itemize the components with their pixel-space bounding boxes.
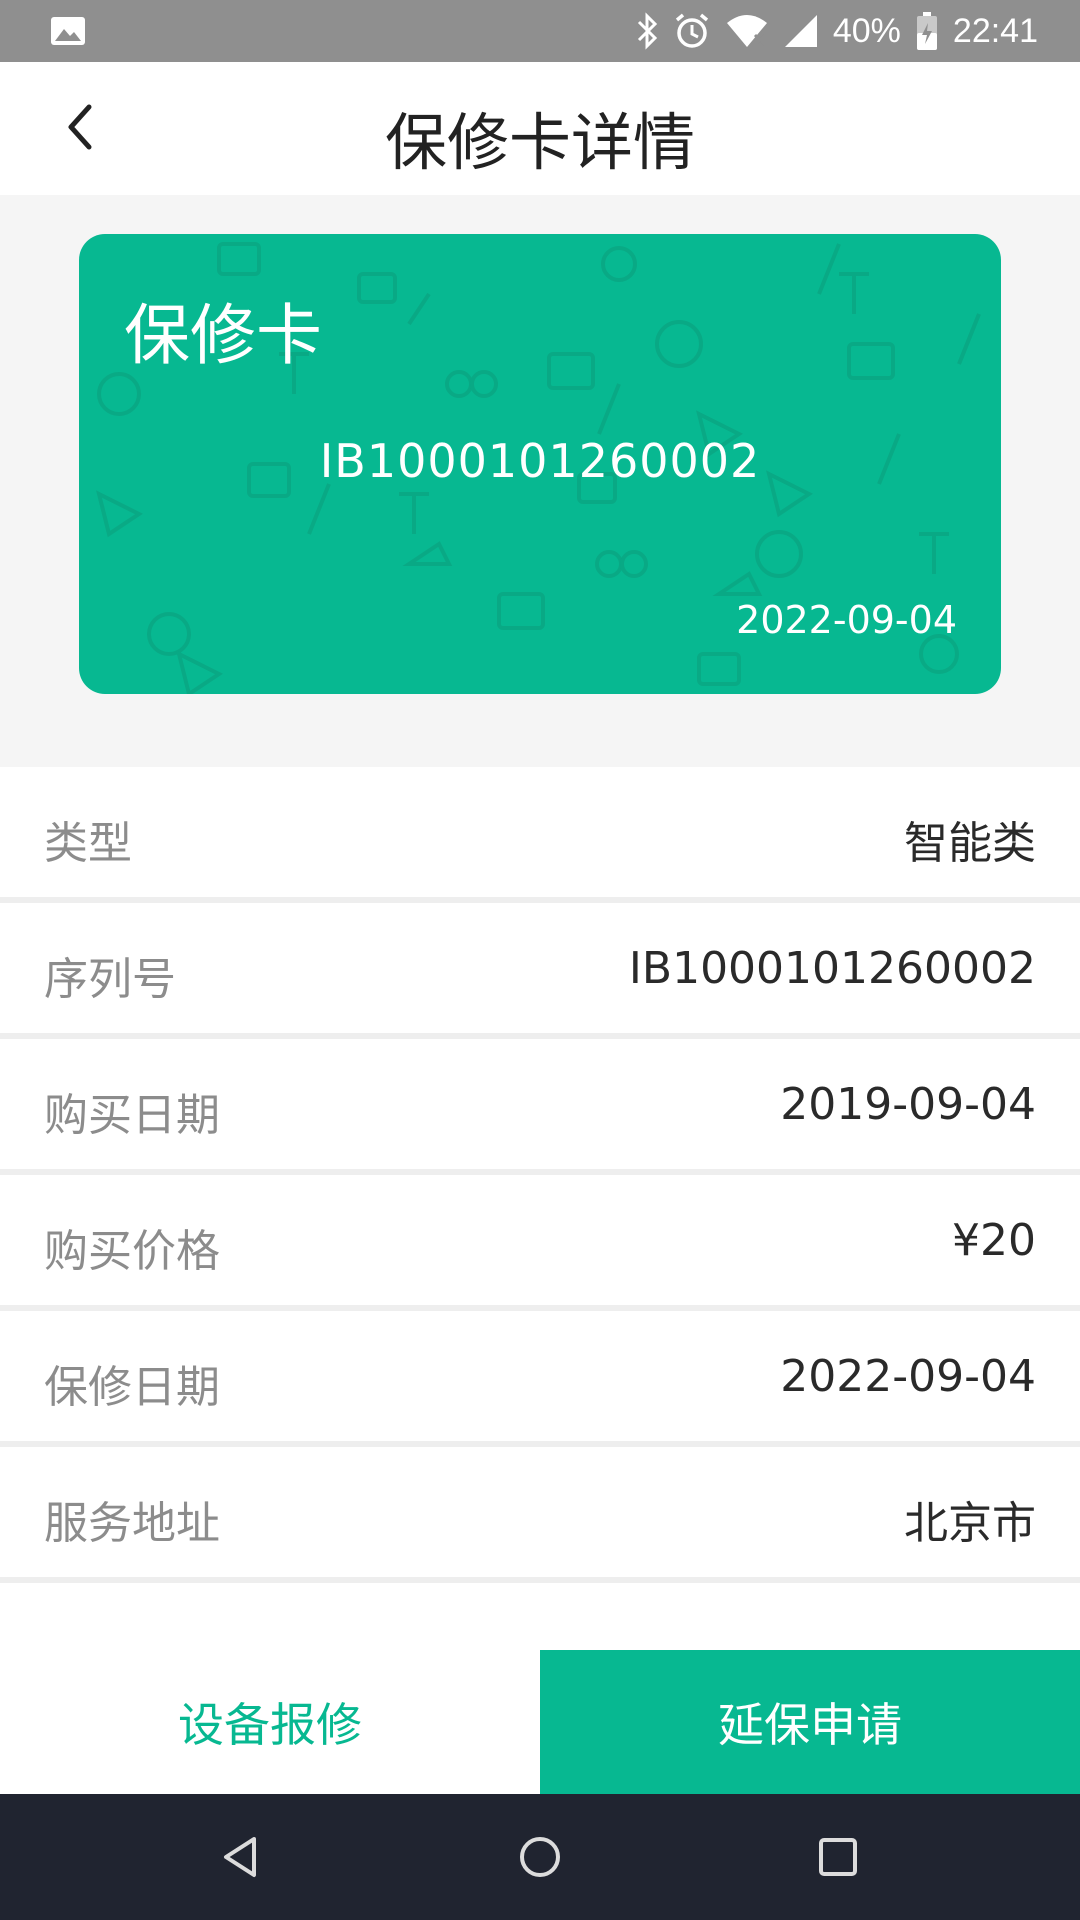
row-label: 购买日期 — [44, 1090, 220, 1141]
battery-percent: 40% — [832, 11, 901, 50]
device-repair-button[interactable]: 设备报修 — [0, 1650, 540, 1794]
card-title: 保修卡 — [124, 297, 322, 374]
nav-home-icon[interactable] — [510, 1827, 570, 1887]
navigation-bar — [0, 1794, 1080, 1920]
signal-icon — [783, 13, 819, 49]
row-value: IB1000101260002 — [628, 943, 1036, 994]
row-label: 服务地址 — [44, 1498, 220, 1549]
row-value: ¥20 — [952, 1215, 1036, 1266]
row-label: 购买价格 — [44, 1226, 220, 1277]
page-title: 保修卡详情 — [384, 106, 695, 179]
detail-row-type: 类型 智能类 — [0, 767, 1080, 903]
app-header: 保修卡详情 — [0, 62, 1080, 195]
bluetooth-icon — [635, 12, 659, 50]
nav-recents-icon[interactable] — [808, 1827, 868, 1887]
card-area: 保修卡 IB1000101260002 2022-09-04 — [0, 195, 1080, 767]
detail-list: 类型 智能类 序列号 IB1000101260002 购买日期 2019-09-… — [0, 767, 1080, 1583]
detail-row-purchase-price: 购买价格 ¥20 — [0, 1175, 1080, 1311]
detail-row-serial: 序列号 IB1000101260002 — [0, 903, 1080, 1039]
row-value: 北京市 — [904, 1498, 1036, 1549]
image-icon — [50, 16, 86, 46]
row-value: 智能类 — [904, 818, 1036, 869]
wifi-icon — [725, 13, 769, 49]
action-bar: 设备报修 延保申请 — [0, 1650, 1080, 1794]
detail-row-service-address: 服务地址 北京市 — [0, 1447, 1080, 1583]
alarm-icon — [673, 12, 711, 50]
detail-row-purchase-date: 购买日期 2019-09-04 — [0, 1039, 1080, 1175]
status-bar: 40% 22:41 — [0, 0, 1080, 62]
row-value: 2022-09-04 — [780, 1351, 1036, 1402]
row-value: 2019-09-04 — [780, 1079, 1036, 1130]
nav-back-icon[interactable] — [210, 1827, 270, 1887]
warranty-card: 保修卡 IB1000101260002 2022-09-04 — [79, 234, 1001, 694]
battery-icon — [915, 11, 939, 51]
card-number: IB1000101260002 — [319, 434, 761, 488]
card-expiry-date: 2022-09-04 — [736, 598, 957, 642]
row-label: 类型 — [44, 818, 132, 869]
clock: 22:41 — [952, 11, 1038, 50]
row-label: 保修日期 — [44, 1362, 220, 1413]
detail-row-warranty-date: 保修日期 2022-09-04 — [0, 1311, 1080, 1447]
row-label: 序列号 — [44, 954, 176, 1005]
extend-warranty-button[interactable]: 延保申请 — [540, 1650, 1080, 1794]
